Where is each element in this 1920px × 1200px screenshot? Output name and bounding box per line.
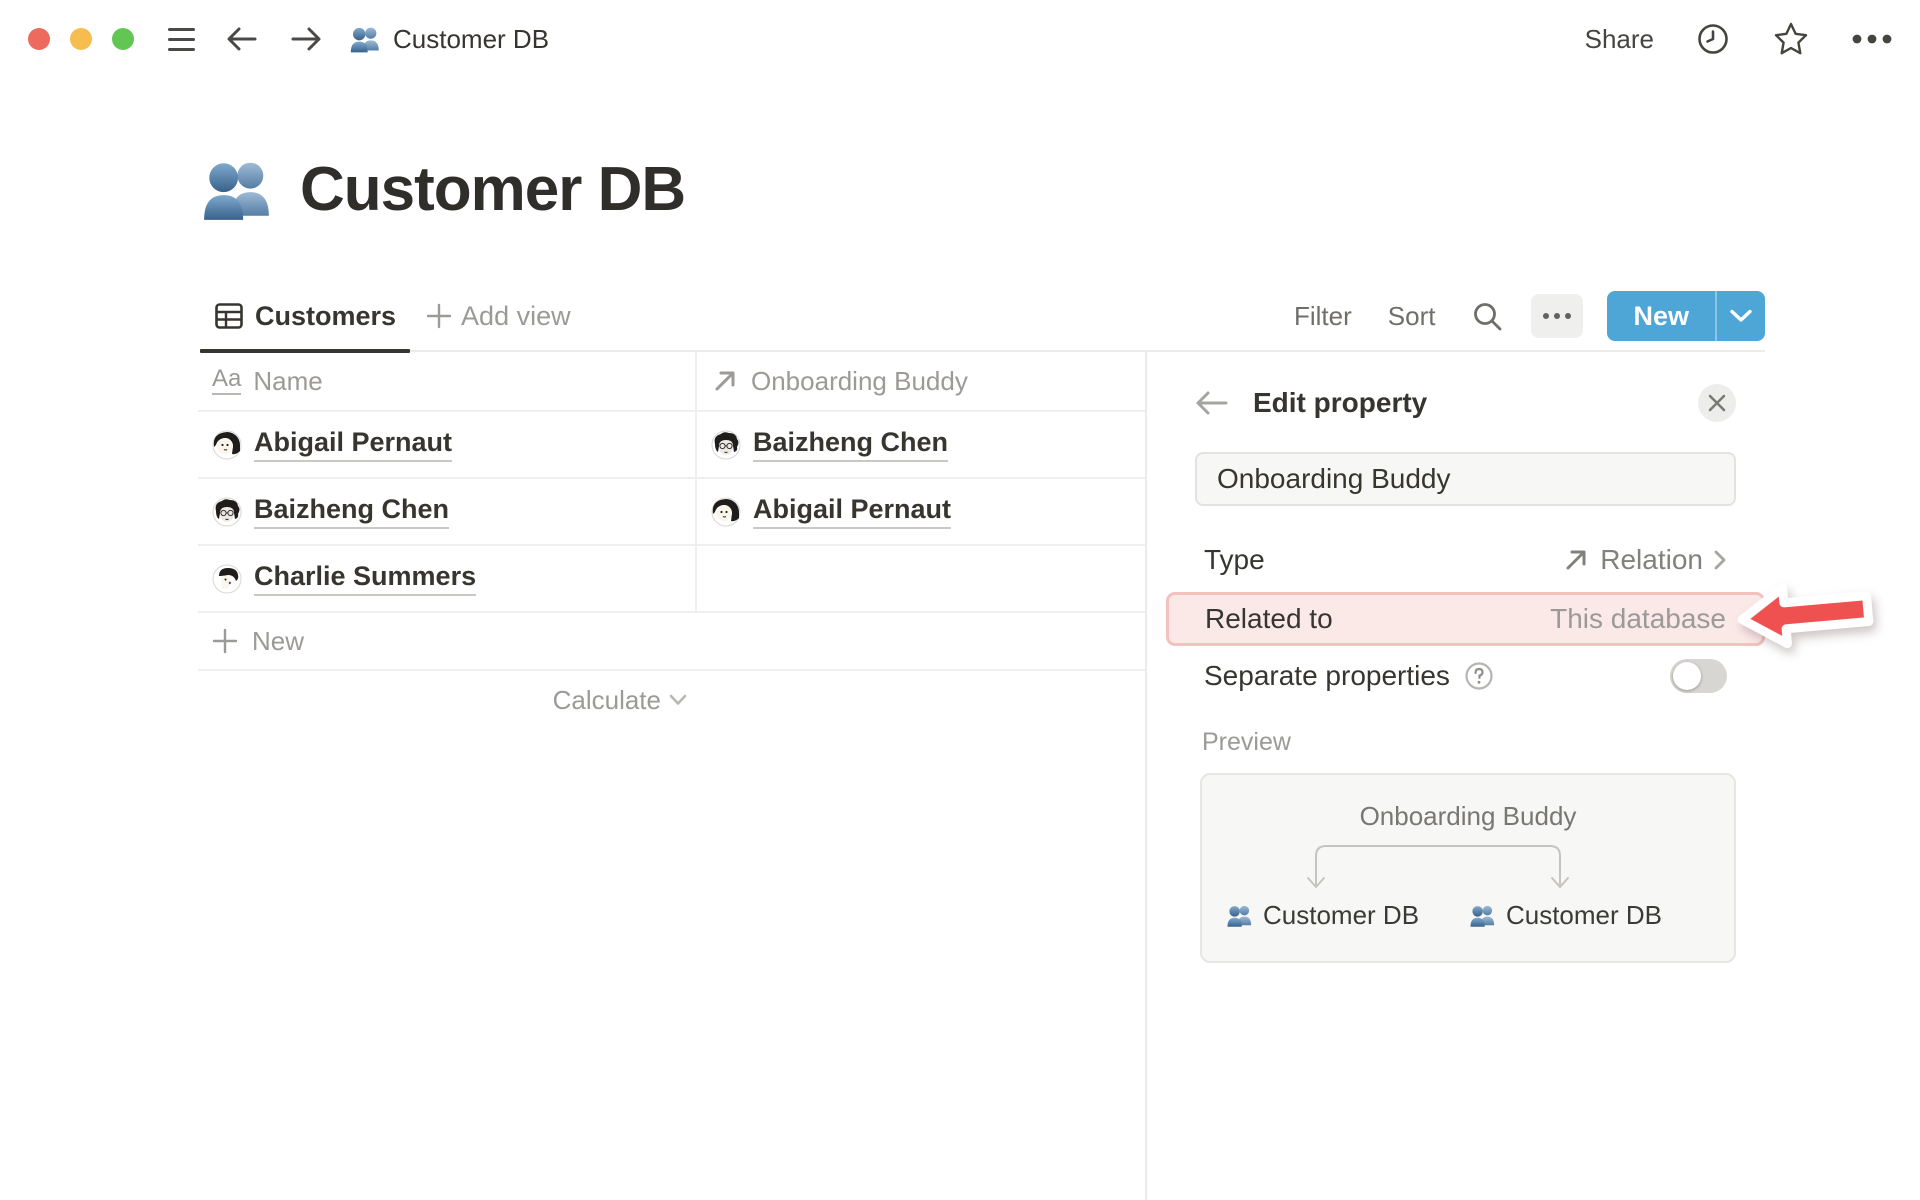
preview-relation-name: Onboarding Buddy — [1359, 801, 1577, 831]
breadcrumb-title: Customer DB — [393, 23, 550, 54]
filter-button[interactable]: Filter — [1294, 301, 1352, 332]
table-row: Baizheng Chen Abigail Pernaut — [198, 479, 1146, 546]
preview-left-database: Customer DB — [1226, 900, 1419, 931]
avatar-baizheng — [711, 430, 741, 459]
cell-name[interactable]: Charlie Summers — [198, 546, 695, 611]
table-footer: Calculate — [198, 671, 1146, 729]
panel-title: Edit property — [1253, 387, 1428, 418]
preview-right-database: Customer DB — [1469, 900, 1662, 931]
add-row-button[interactable]: New — [198, 613, 1146, 671]
back-icon[interactable] — [1195, 389, 1229, 417]
plus-icon — [426, 303, 452, 329]
chevron-down-icon — [669, 694, 687, 705]
close-window-button[interactable] — [28, 28, 50, 50]
table-header-row: Aa Name Onboarding Buddy — [198, 352, 1146, 412]
new-dropdown-chevron-icon[interactable] — [1717, 291, 1765, 341]
zoom-window-button[interactable] — [112, 28, 134, 50]
tab-customers-label: Customers — [255, 300, 397, 331]
people-icon — [1227, 905, 1252, 927]
sort-button[interactable]: Sort — [1388, 301, 1436, 332]
avatar-abigail — [711, 497, 741, 526]
more-icon[interactable] — [1852, 34, 1892, 44]
people-icon — [1470, 905, 1495, 927]
text-type-icon: Aa — [212, 367, 242, 395]
avatar-charlie — [212, 564, 242, 593]
sidebar-menu-icon[interactable] — [168, 27, 195, 51]
traffic-lights — [28, 28, 134, 50]
minimize-window-button[interactable] — [70, 28, 92, 50]
search-icon[interactable] — [1471, 300, 1503, 332]
people-icon — [350, 27, 379, 53]
table-row: Charlie Summers — [198, 546, 1146, 613]
related-to-row[interactable]: Related to This database — [1166, 592, 1765, 646]
type-row[interactable]: Type Relation — [1195, 536, 1736, 584]
table-view-icon — [215, 303, 243, 329]
table-row: Abigail Pernaut Baizheng Chen — [198, 412, 1146, 479]
back-icon[interactable] — [225, 24, 259, 54]
people-icon — [204, 162, 269, 220]
add-view-label: Add view — [461, 300, 571, 331]
close-icon[interactable] — [1698, 384, 1736, 422]
avatar-baizheng — [212, 497, 242, 526]
view-more-icon[interactable] — [1531, 294, 1584, 338]
breadcrumb[interactable]: Customer DB — [349, 23, 549, 55]
relation-arrows — [1307, 845, 1569, 888]
notion-window: Customer DB Share Customer DB Customers … — [0, 0, 1920, 1200]
star-icon[interactable] — [1772, 21, 1810, 57]
cell-name[interactable]: Baizheng Chen — [198, 479, 695, 544]
view-tabbar: Customers Add view Filter Sort New — [200, 282, 1765, 353]
tab-customers[interactable]: Customers — [200, 282, 411, 353]
relation-icon — [715, 371, 735, 391]
property-name-input[interactable]: Onboarding Buddy — [1195, 452, 1736, 506]
annotation-arrow — [1737, 583, 1874, 649]
customers-table: Aa Name Onboarding Buddy Abigail Pernaut… — [198, 352, 1146, 729]
avatar-abigail — [212, 430, 242, 459]
panel-divider — [1145, 351, 1147, 1200]
page-title: Customer DB — [200, 152, 686, 226]
calculate-button[interactable]: Calculate — [198, 685, 695, 716]
relation-preview: Onboarding Buddy Customer DB Customer DB — [1200, 773, 1736, 963]
clock-icon[interactable] — [1696, 22, 1730, 56]
separate-properties-row: Separate properties — [1195, 652, 1736, 700]
window-titlebar: Customer DB Share — [0, 0, 1920, 78]
relation-icon — [1566, 550, 1586, 570]
forward-icon[interactable] — [289, 24, 323, 54]
cell-onboarding-buddy[interactable]: Baizheng Chen — [695, 412, 1146, 477]
separate-properties-toggle[interactable] — [1670, 659, 1727, 693]
new-button[interactable]: New — [1607, 291, 1765, 341]
cell-onboarding-buddy[interactable]: Abigail Pernaut — [695, 479, 1146, 544]
column-header-onboarding-buddy[interactable]: Onboarding Buddy — [695, 352, 1146, 410]
edit-property-panel: Edit property Onboarding Buddy Type Rela… — [1166, 382, 1765, 963]
panel-header: Edit property — [1195, 382, 1736, 424]
add-view-button[interactable]: Add view — [426, 301, 571, 332]
preview-label: Preview — [1202, 728, 1291, 756]
new-button-label[interactable]: New — [1607, 291, 1715, 341]
column-header-name[interactable]: Aa Name — [198, 352, 695, 410]
cell-name[interactable]: Abigail Pernaut — [198, 412, 695, 477]
share-button[interactable]: Share — [1585, 24, 1654, 55]
plus-icon — [212, 628, 238, 654]
chevron-right-icon — [1714, 550, 1726, 570]
page-title-text: Customer DB — [300, 154, 686, 224]
view-controls: Filter Sort New — [1294, 291, 1765, 341]
help-icon[interactable] — [1464, 661, 1494, 691]
cell-onboarding-buddy-empty[interactable] — [695, 546, 1146, 611]
